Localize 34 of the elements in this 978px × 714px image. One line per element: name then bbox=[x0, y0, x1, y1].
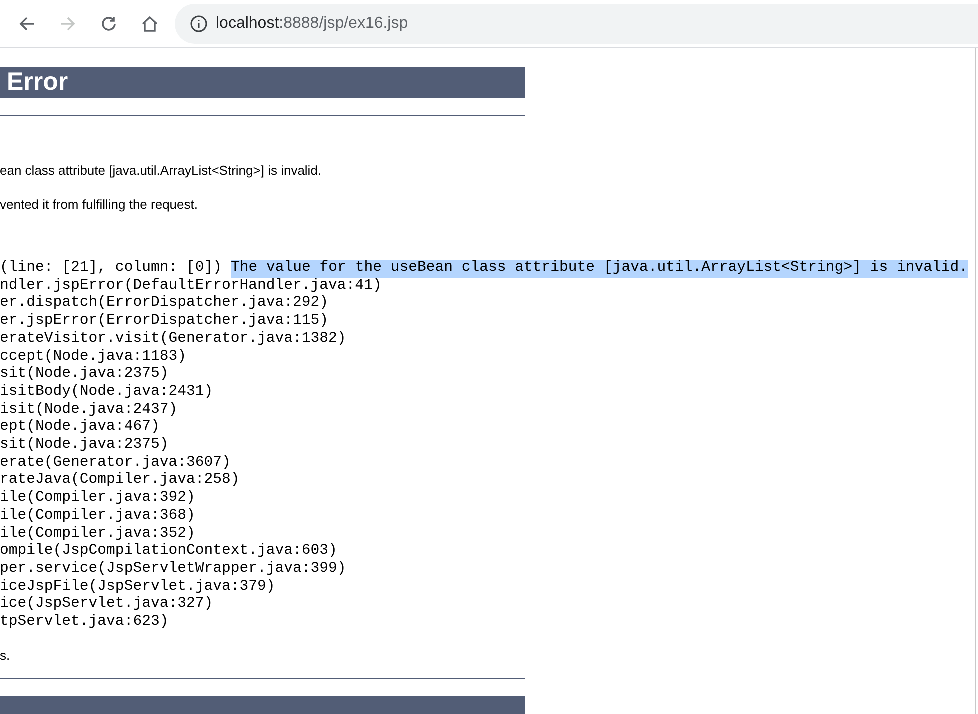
url-host: localhost bbox=[216, 14, 280, 34]
trace-line: rateJava(Compiler.java:258) bbox=[0, 472, 240, 490]
trace-line: sit(Node.java:2375) bbox=[0, 437, 169, 455]
error-description: vented it from fulfilling the request. bbox=[0, 196, 199, 214]
url-path: :8888/jsp/ex16.jsp bbox=[279, 14, 408, 34]
trace-line: er.jspError(ErrorDispatcher.java:115) bbox=[0, 313, 329, 331]
trace-line: isitBody(Node.java:2431) bbox=[0, 384, 214, 402]
note-text: s. bbox=[0, 646, 12, 665]
trace-line: sit(Node.java:2375) bbox=[0, 366, 169, 384]
trace-line: erateVisitor.visit(Generator.java:1382) bbox=[0, 330, 346, 349]
trace-line: ept(Node.java:467) bbox=[0, 419, 160, 437]
address-bar[interactable]: localhost:8888/jsp/ex16.jsp bbox=[175, 4, 978, 44]
selected-trace-text: The value for the useBean class attribute [java.util.ArrayList<String>] is invalid. bbox=[231, 260, 968, 278]
home-icon bbox=[141, 14, 159, 32]
trace-line: ccept(Node.java:1183) bbox=[0, 348, 186, 366]
trace-line: er.dispatch(ErrorDispatcher.java:292) bbox=[0, 295, 329, 313]
trace-line: ice(JspServlet.java:327) bbox=[0, 596, 214, 614]
trace-line: ile(Compiler.java:392) bbox=[0, 490, 196, 508]
trace-line: ndler.jspError(DefaultErrorHandler.java:41) bbox=[0, 278, 382, 295]
trace-line: (line: [21], column: [0]) bbox=[0, 260, 222, 278]
info-icon bbox=[190, 14, 208, 32]
trace-line: erate(Generator.java:3607) bbox=[0, 454, 231, 472]
error-message: ean class attribute [java.util.ArrayList<String>] is invalid. bbox=[0, 162, 323, 180]
trace-line: ile(Compiler.java:352) bbox=[0, 526, 196, 543]
trace-line: ompile(JspCompilationContext.java:603) bbox=[0, 543, 338, 561]
trace-line: isit(Node.java:2437) bbox=[0, 402, 178, 419]
trace-line: iceJspFile(JspServlet.java:379) bbox=[0, 578, 276, 596]
back-arrow-icon bbox=[18, 14, 36, 32]
trace-line: tpServlet.java:623) bbox=[0, 614, 169, 632]
reload-icon bbox=[100, 14, 118, 32]
trace-line: per.service(JspServletWrapper.java:399) bbox=[0, 560, 346, 579]
forward-arrow-icon bbox=[59, 14, 77, 32]
trace-line: ile(Compiler.java:368) bbox=[0, 508, 196, 526]
error-heading: Error bbox=[7, 70, 68, 95]
